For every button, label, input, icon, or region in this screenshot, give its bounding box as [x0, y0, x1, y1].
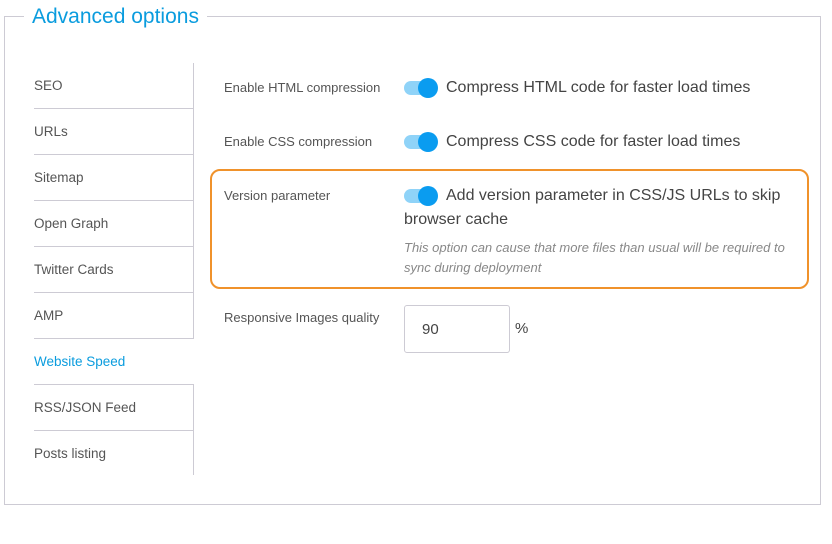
- responsive-images-quality-input[interactable]: [404, 305, 510, 353]
- sidebar-item-sitemap[interactable]: Sitemap: [34, 155, 194, 201]
- sidebar-item-posts-listing[interactable]: Posts listing: [34, 431, 194, 476]
- sidebar-item-rss-json-feed[interactable]: RSS/JSON Feed: [34, 385, 194, 431]
- sidebar-nav: SEO URLs Sitemap Open Graph Twitter Card…: [34, 63, 194, 476]
- version-parameter-description: Add version parameter in CSS/JS URLs to …: [404, 187, 781, 228]
- responsive-images-quality-label: Responsive Images quality: [224, 310, 380, 325]
- css-compression-description: Compress CSS code for faster load times: [446, 133, 741, 150]
- html-compression-description: Compress HTML code for faster load times: [446, 79, 751, 96]
- sidebar-item-website-speed[interactable]: Website Speed: [34, 339, 194, 385]
- panel-title: Advanced options: [24, 4, 207, 30]
- sidebar-item-twitter-cards[interactable]: Twitter Cards: [34, 247, 194, 293]
- html-compression-label: Enable HTML compression: [224, 80, 381, 95]
- css-compression-toggle[interactable]: [404, 132, 438, 152]
- toggle-knob: [418, 132, 438, 152]
- css-compression-label: Enable CSS compression: [224, 134, 373, 149]
- version-parameter-note: This option can cause that more files th…: [404, 240, 785, 275]
- sidebar-item-seo[interactable]: SEO: [34, 63, 194, 109]
- html-compression-toggle[interactable]: [404, 78, 438, 98]
- sidebar-item-amp[interactable]: AMP: [34, 293, 194, 339]
- percent-unit-label: %: [515, 320, 529, 337]
- toggle-knob: [418, 78, 438, 98]
- sidebar-item-open-graph[interactable]: Open Graph: [34, 201, 194, 247]
- sidebar-item-urls[interactable]: URLs: [34, 109, 194, 155]
- version-parameter-label: Version parameter: [224, 188, 331, 203]
